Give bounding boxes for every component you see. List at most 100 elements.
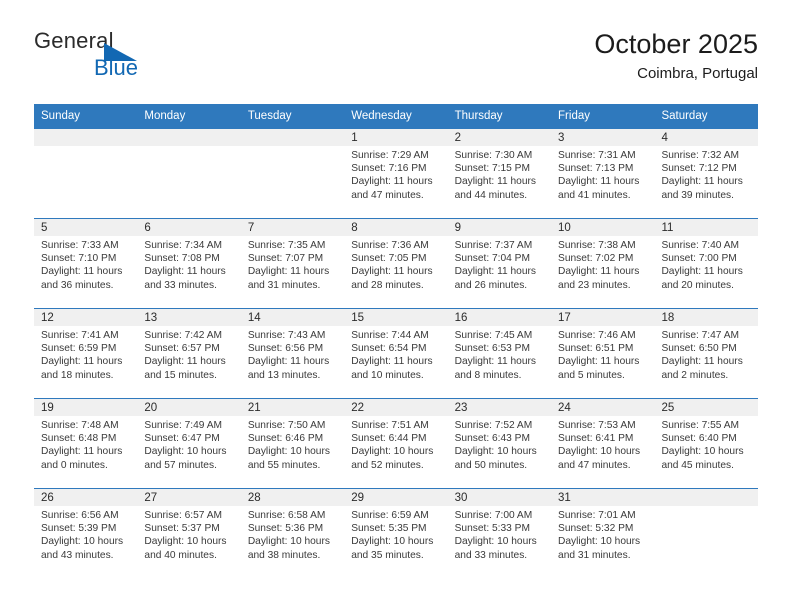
day-cell[interactable]: 10 Sunrise: 7:38 AM Sunset: 7:02 PM Dayl…	[551, 219, 655, 308]
daylight-text-line1: Daylight: 10 hours	[247, 536, 330, 548]
day-cell[interactable]: 3 Sunrise: 7:31 AM Sunset: 7:13 PM Dayli…	[551, 129, 655, 218]
day-number: 7	[240, 219, 345, 236]
day-number: 17	[551, 309, 655, 326]
day-cell[interactable]: 13 Sunrise: 7:42 AM Sunset: 6:57 PM Dayl…	[137, 309, 241, 398]
day-number: 8	[344, 219, 448, 236]
day-cell[interactable]: 14 Sunrise: 7:43 AM Sunset: 6:56 PM Dayl…	[240, 309, 345, 398]
day-details: Sunrise: 7:48 AM Sunset: 6:48 PM Dayligh…	[34, 416, 137, 472]
sunset-text: Sunset: 6:59 PM	[41, 343, 117, 355]
general-blue-logo[interactable]: General Blue	[34, 28, 184, 84]
day-details: Sunrise: 7:36 AM Sunset: 7:05 PM Dayligh…	[344, 236, 447, 292]
day-cell[interactable]: 17 Sunrise: 7:46 AM Sunset: 6:51 PM Dayl…	[551, 309, 655, 398]
sunset-text: Sunset: 5:32 PM	[558, 523, 634, 535]
daylight-text-line1: Daylight: 11 hours	[558, 176, 640, 188]
daylight-text-line2: and 45 minutes.	[661, 459, 734, 471]
day-details: Sunrise: 7:32 AM Sunset: 7:12 PM Dayligh…	[654, 146, 757, 202]
daylight-text-line1: Daylight: 11 hours	[351, 266, 433, 278]
daylight-text-line2: and 36 minutes.	[41, 279, 114, 291]
day-number	[240, 129, 345, 146]
day-cell[interactable]: 18 Sunrise: 7:47 AM Sunset: 6:50 PM Dayl…	[654, 309, 758, 398]
sunset-text: Sunset: 7:00 PM	[661, 253, 737, 265]
day-cell[interactable]: 5 Sunrise: 7:33 AM Sunset: 7:10 PM Dayli…	[34, 219, 138, 308]
day-cell[interactable]	[34, 129, 138, 218]
day-cell[interactable]: 27 Sunrise: 6:57 AM Sunset: 5:37 PM Dayl…	[137, 489, 241, 578]
daylight-text-line2: and 13 minutes.	[247, 369, 321, 381]
daylight-text-line2: and 40 minutes.	[144, 549, 217, 561]
day-number: 19	[34, 399, 138, 416]
sunrise-text: Sunrise: 7:31 AM	[558, 150, 636, 161]
daylight-text-line2: and 2 minutes.	[661, 369, 729, 381]
daylight-text-line2: and 38 minutes.	[247, 549, 321, 561]
day-number: 21	[240, 399, 345, 416]
day-cell[interactable]: 20 Sunrise: 7:49 AM Sunset: 6:47 PM Dayl…	[137, 399, 241, 488]
daylight-text-line1: Daylight: 10 hours	[558, 446, 641, 458]
day-cell[interactable]: 21 Sunrise: 7:50 AM Sunset: 6:46 PM Dayl…	[240, 399, 345, 488]
day-number: 29	[344, 489, 448, 506]
day-cell[interactable]: 22 Sunrise: 7:51 AM Sunset: 6:44 PM Dayl…	[344, 399, 448, 488]
sunset-text: Sunset: 7:07 PM	[247, 253, 324, 265]
day-cell[interactable]	[137, 129, 241, 218]
day-number: 28	[240, 489, 345, 506]
weekday-header-monday: Monday	[144, 110, 186, 122]
day-cell[interactable]: 31 Sunrise: 7:01 AM Sunset: 5:32 PM Dayl…	[551, 489, 655, 578]
day-cell[interactable]	[654, 489, 758, 578]
day-cell[interactable]: 29 Sunrise: 6:59 AM Sunset: 5:35 PM Dayl…	[344, 489, 448, 578]
daylight-text-line1: Daylight: 10 hours	[351, 446, 434, 458]
day-number: 27	[137, 489, 241, 506]
day-cell[interactable]: 30 Sunrise: 7:00 AM Sunset: 5:33 PM Dayl…	[447, 489, 552, 578]
sunrise-text: Sunrise: 7:47 AM	[661, 330, 740, 341]
weekday-header-thursday: Thursday	[454, 110, 503, 122]
sunset-text: Sunset: 5:39 PM	[41, 523, 117, 535]
day-details: Sunrise: 7:29 AM Sunset: 7:16 PM Dayligh…	[344, 146, 447, 202]
day-number: 12	[34, 309, 138, 326]
day-cell[interactable]	[240, 129, 345, 218]
day-cell[interactable]: 6 Sunrise: 7:34 AM Sunset: 7:08 PM Dayli…	[137, 219, 241, 308]
day-cell[interactable]: 4 Sunrise: 7:32 AM Sunset: 7:12 PM Dayli…	[654, 129, 758, 218]
day-cell[interactable]: 12 Sunrise: 7:41 AM Sunset: 6:59 PM Dayl…	[34, 309, 138, 398]
day-cell[interactable]: 9 Sunrise: 7:37 AM Sunset: 7:04 PM Dayli…	[447, 219, 552, 308]
daylight-text-line2: and 33 minutes.	[144, 279, 217, 291]
sunrise-text: Sunrise: 7:01 AM	[558, 510, 636, 521]
day-number: 9	[447, 219, 552, 236]
daylight-text-line2: and 23 minutes.	[558, 279, 631, 291]
day-number: 26	[34, 489, 138, 506]
day-cell[interactable]: 23 Sunrise: 7:52 AM Sunset: 6:43 PM Dayl…	[447, 399, 552, 488]
sunrise-text: Sunrise: 7:52 AM	[454, 420, 533, 431]
day-number: 22	[344, 399, 448, 416]
day-cell[interactable]: 25 Sunrise: 7:55 AM Sunset: 6:40 PM Dayl…	[654, 399, 758, 488]
day-cell[interactable]: 28 Sunrise: 6:58 AM Sunset: 5:36 PM Dayl…	[240, 489, 345, 578]
day-cell[interactable]: 7 Sunrise: 7:35 AM Sunset: 7:07 PM Dayli…	[240, 219, 345, 308]
day-cell[interactable]: 1 Sunrise: 7:29 AM Sunset: 7:16 PM Dayli…	[344, 129, 448, 218]
day-cell[interactable]: 2 Sunrise: 7:30 AM Sunset: 7:15 PM Dayli…	[447, 129, 552, 218]
day-cell[interactable]: 11 Sunrise: 7:40 AM Sunset: 7:00 PM Dayl…	[654, 219, 758, 308]
day-details: Sunrise: 7:45 AM Sunset: 6:53 PM Dayligh…	[448, 326, 551, 382]
day-cell[interactable]: 8 Sunrise: 7:36 AM Sunset: 7:05 PM Dayli…	[344, 219, 448, 308]
sunrise-text: Sunrise: 7:30 AM	[454, 150, 533, 161]
day-cell[interactable]: 15 Sunrise: 7:44 AM Sunset: 6:54 PM Dayl…	[344, 309, 448, 398]
day-cell[interactable]: 16 Sunrise: 7:45 AM Sunset: 6:53 PM Dayl…	[447, 309, 552, 398]
day-cell[interactable]: 19 Sunrise: 7:48 AM Sunset: 6:48 PM Dayl…	[34, 399, 138, 488]
day-details: Sunrise: 6:56 AM Sunset: 5:39 PM Dayligh…	[34, 506, 137, 562]
day-details: Sunrise: 7:01 AM Sunset: 5:32 PM Dayligh…	[551, 506, 654, 562]
weekday-header-row: Sunday Monday Tuesday Wednesday Thursday…	[34, 104, 758, 129]
daylight-text-line2: and 26 minutes.	[454, 279, 528, 291]
day-number: 4	[654, 129, 758, 146]
day-number: 25	[654, 399, 758, 416]
sunset-text: Sunset: 6:57 PM	[144, 343, 220, 355]
weekday-header-saturday: Saturday	[661, 110, 708, 122]
daylight-text-line1: Daylight: 10 hours	[351, 536, 434, 548]
week-row: 1 Sunrise: 7:29 AM Sunset: 7:16 PM Dayli…	[34, 129, 758, 218]
sunset-text: Sunset: 6:51 PM	[558, 343, 634, 355]
day-details: Sunrise: 7:47 AM Sunset: 6:50 PM Dayligh…	[654, 326, 757, 382]
daylight-text-line1: Daylight: 11 hours	[41, 266, 123, 278]
title-block: October 2025 Coimbra, Portugal	[594, 28, 758, 85]
day-number: 31	[551, 489, 655, 506]
day-cell[interactable]: 24 Sunrise: 7:53 AM Sunset: 6:41 PM Dayl…	[551, 399, 655, 488]
sunset-text: Sunset: 7:05 PM	[351, 253, 427, 265]
day-details: Sunrise: 7:49 AM Sunset: 6:47 PM Dayligh…	[137, 416, 240, 472]
daylight-text-line2: and 20 minutes.	[661, 279, 734, 291]
day-cell[interactable]: 26 Sunrise: 6:56 AM Sunset: 5:39 PM Dayl…	[34, 489, 138, 578]
daylight-text-line1: Daylight: 11 hours	[661, 176, 743, 188]
daylight-text-line1: Daylight: 11 hours	[454, 176, 536, 188]
daylight-text-line2: and 33 minutes.	[454, 549, 528, 561]
